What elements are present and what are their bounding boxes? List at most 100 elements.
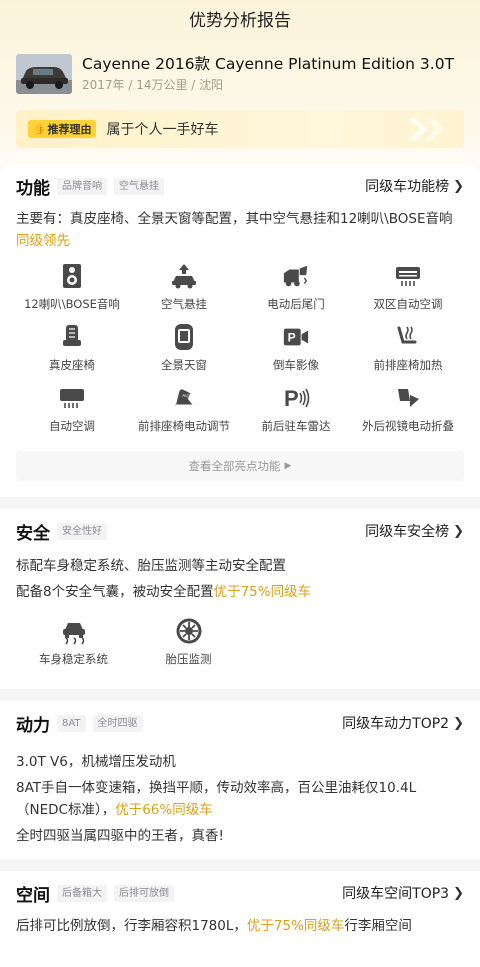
panoramic-sunroof-icon xyxy=(170,323,198,351)
safety-item[interactable]: 胎压监测 xyxy=(131,617,246,677)
feature-label: 12喇叭\BOSE音响 xyxy=(24,297,120,311)
reverse-camera-icon: P xyxy=(282,323,310,351)
seat-heating-icon xyxy=(394,323,422,351)
dual-zone-ac-icon xyxy=(394,262,422,290)
leather-seat-icon xyxy=(58,323,86,351)
feature-label: 倒车影像 xyxy=(273,358,319,372)
features-rank-label: 同级车功能榜 xyxy=(365,179,450,195)
feature-item[interactable]: 电动后尾门 xyxy=(240,262,352,323)
power-line-1: 3.0T V6，机械增压发动机 xyxy=(16,754,176,770)
svg-text:P: P xyxy=(284,386,299,411)
recommend-reason-tag-label: 推荐理由 xyxy=(47,123,92,136)
feature-label: 外后视镜电动折叠 xyxy=(362,419,454,433)
mirror-fold-icon xyxy=(394,384,422,412)
chevron-right-icon: ❯ xyxy=(453,523,464,539)
page-title: 优势分析报告 xyxy=(189,11,291,31)
features-description: 主要有：真皮座椅、全景天窗等配置，其中空气悬挂和12喇叭\BOSE音响同级领先 xyxy=(16,208,464,252)
recommend-reason-text: 属于个人一手好车 xyxy=(106,122,219,138)
recommend-reason-banner: 👍 推荐理由 属于个人一手好车 xyxy=(16,110,464,148)
safety-icon-row: 车身稳定系统 胎压监测 xyxy=(16,617,464,677)
space-line-highlight: 优于75%同级车 xyxy=(246,918,345,934)
feature-label: 真皮座椅 xyxy=(49,358,95,372)
feature-label: 自动空调 xyxy=(49,419,95,433)
power-line-2-text: 8AT手自一体变速箱，换挡平顺，传动效率高，百公里油耗仅10.4L（NEDC标准… xyxy=(16,780,417,818)
safety-line-1: 标配车身稳定系统、胎压监测等主动安全配置 xyxy=(16,558,286,574)
view-all-features-label: 查看全部亮点功能 xyxy=(188,459,281,473)
power-chip: 全时四驱 xyxy=(92,714,143,732)
feature-label: 前排座椅电动调节 xyxy=(138,419,230,433)
space-rank-link[interactable]: 同级车空间TOP3 ❯ xyxy=(342,883,464,903)
space-title: 空间 xyxy=(16,885,50,906)
feature-item[interactable]: P 前后驻车雷达 xyxy=(240,384,352,445)
feature-item[interactable]: P 倒车影像 xyxy=(240,323,352,384)
recommend-reason-tag: 👍 推荐理由 xyxy=(28,120,97,138)
feature-item[interactable]: 12喇叭\BOSE音响 xyxy=(16,262,128,323)
feature-label: 双区自动空调 xyxy=(373,297,443,311)
features-chip: 品牌音响 xyxy=(57,177,107,195)
feature-item[interactable]: 外后视镜电动折叠 xyxy=(352,384,464,445)
feature-item[interactable]: 空气悬挂 xyxy=(128,262,240,323)
power-section: 动力 8AT 全时四驱 同级车动力TOP2 ❯ 3.0T V6，机械增压发动机 … xyxy=(0,703,480,859)
space-line-tail: 行李厢空间 xyxy=(344,918,412,934)
svg-text:P: P xyxy=(288,331,296,345)
triangle-right-icon: ▶ xyxy=(284,461,292,471)
feature-item[interactable]: AUTO 前排座椅电动调节 xyxy=(128,384,240,445)
feature-label: 前排座椅加热 xyxy=(373,358,443,372)
feature-item[interactable]: 真皮座椅 xyxy=(16,323,128,384)
safety-item[interactable]: 车身稳定系统 xyxy=(16,617,131,677)
chevron-right-icon: ❯ xyxy=(453,885,464,901)
feature-item[interactable]: 自动空调 xyxy=(16,384,128,445)
safety-title: 安全 xyxy=(16,523,50,544)
safety-section: 安全 安全性好 同级车安全榜 ❯ 标配车身稳定系统、胎压监测等主动安全配置 配备… xyxy=(0,511,480,689)
air-suspension-icon xyxy=(170,262,198,290)
chevron-right-icon: ❯ xyxy=(453,178,464,194)
features-icon-grid: 12喇叭\BOSE音响 空气悬挂 电动后尾门 双区自动空调 真皮座椅 全景天窗 … xyxy=(16,262,464,445)
space-chip: 后备箱大 xyxy=(57,884,107,902)
features-chip: 空气悬挂 xyxy=(114,177,164,195)
feature-item[interactable]: 全景天窗 xyxy=(128,323,240,384)
view-all-features-button[interactable]: 查看全部亮点功能 ▶ xyxy=(16,451,464,481)
speaker-icon xyxy=(58,262,86,290)
chevron-decor-icon xyxy=(408,118,444,140)
power-line-2-highlight: 优于66%同级车 xyxy=(115,802,213,818)
power-rank-link[interactable]: 同级车动力TOP2 ❯ xyxy=(342,713,464,733)
car-header: Cayenne 2016款 Cayenne Platinum Edition 3… xyxy=(0,42,480,100)
chevron-right-icon: ❯ xyxy=(453,715,464,731)
stability-control-icon xyxy=(60,617,88,645)
safety-label: 车身稳定系统 xyxy=(39,652,108,666)
space-section: 空间 后备箱大 后排可放倒 同级车空间TOP3 ❯ 后排可比例放倒，行李厢容积1… xyxy=(0,873,480,937)
car-thumbnail xyxy=(16,54,72,94)
feature-label: 空气悬挂 xyxy=(161,297,207,311)
features-rank-link[interactable]: 同级车功能榜 ❯ xyxy=(365,176,464,196)
feature-label: 前后驻车雷达 xyxy=(261,419,331,433)
car-name: Cayenne 2016款 Cayenne Platinum Edition 3… xyxy=(82,55,455,73)
feature-label: 电动后尾门 xyxy=(267,297,325,311)
power-tailgate-icon xyxy=(282,262,310,290)
features-section: 功能 品牌音响 空气悬挂 同级车功能榜 ❯ 主要有：真皮座椅、全景天窗等配置，其… xyxy=(0,164,480,497)
feature-label: 全景天窗 xyxy=(161,358,207,372)
svg-text:AUTO: AUTO xyxy=(182,393,195,398)
power-chip: 8AT xyxy=(57,714,86,732)
feature-item[interactable]: 前排座椅加热 xyxy=(352,323,464,384)
safety-line-2: 配备8个安全气囊，被动安全配置优于75%同级车 xyxy=(16,581,464,603)
auto-ac-icon xyxy=(58,384,86,412)
safety-rank-link[interactable]: 同级车安全榜 ❯ xyxy=(365,521,464,541)
safety-line-2-highlight: 优于75%同级车 xyxy=(213,584,312,600)
features-desc-text: 主要有：真皮座椅、全景天窗等配置，其中空气悬挂和12喇叭\BOSE音响 xyxy=(16,211,453,227)
power-line-3: 全时四驱当属四驱中的王者，真香! xyxy=(16,828,224,844)
car-meta: 2017年 / 14万公里 / 沈阳 xyxy=(82,78,224,92)
space-line: 后排可比例放倒，行李厢容积1780L，优于75%同级车行李厢空间 xyxy=(16,915,464,937)
thumbs-up-icon: 👍 xyxy=(33,123,46,135)
power-seat-icon: AUTO xyxy=(170,384,198,412)
power-line-2: 8AT手自一体变速箱，换挡平顺，传动效率高，百公里油耗仅10.4L（NEDC标准… xyxy=(16,777,464,821)
safety-rank-label: 同级车安全榜 xyxy=(365,524,450,540)
parking-radar-icon: P xyxy=(282,384,310,412)
tire-pressure-icon xyxy=(175,617,203,645)
space-chip: 后排可放倒 xyxy=(114,884,174,902)
feature-item[interactable]: 双区自动空调 xyxy=(352,262,464,323)
features-title: 功能 xyxy=(16,178,50,199)
safety-label: 胎压监测 xyxy=(165,652,212,666)
power-title: 动力 xyxy=(16,715,50,736)
features-desc-highlight: 同级领先 xyxy=(16,233,70,249)
power-rank-label: 同级车动力TOP2 xyxy=(342,716,450,732)
